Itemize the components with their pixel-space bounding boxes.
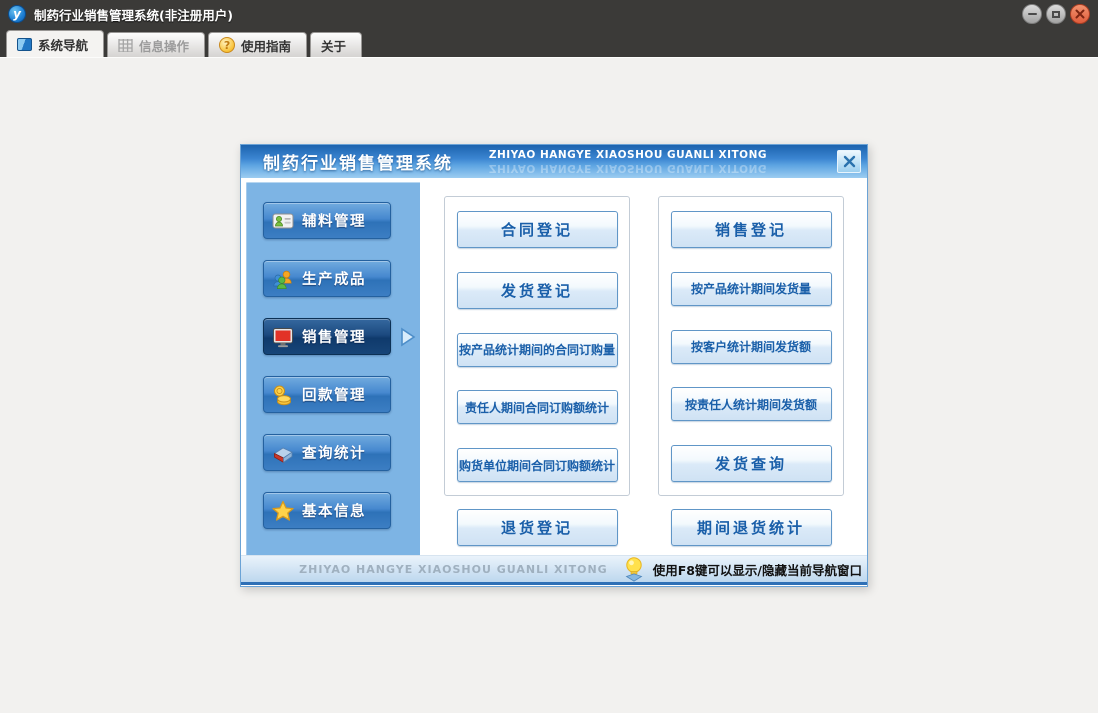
close-icon: [843, 155, 855, 168]
sidebar-item-label: 回款管理: [302, 388, 366, 404]
dialog-close-button[interactable]: [837, 150, 861, 173]
screen-icon: [17, 37, 32, 51]
tab-bar: 系统导航 信息操作 ? 使用指南 关于: [0, 28, 1098, 57]
monitor-icon: [273, 327, 293, 347]
tab-about[interactable]: 关于: [310, 32, 363, 57]
app-logo-icon: y: [8, 5, 26, 23]
dialog-subtitle-reflection: ZHIYAO HANGYE XIAOSHOU GUANLI XITONG: [488, 162, 767, 174]
shipment-amount-by-person-button[interactable]: 按责任人统计期间发货额: [670, 387, 832, 422]
footer-hint: 使用F8键可以显示/隐藏当前导航窗口: [652, 562, 862, 578]
dialog-subtitle-text: ZHIYAO HANGYE XIAOSHOU GUANLI XITONG: [488, 149, 767, 161]
tab-label: 系统导航: [38, 37, 89, 53]
sidebar-item-label: 销售管理: [302, 330, 366, 346]
minimize-icon: [1027, 13, 1037, 15]
sidebar-item-auxiliary-materials[interactable]: 辅料管理: [263, 202, 391, 239]
dialog-subtitle: ZHIYAO HANGYE XIAOSHOU GUANLI XITONG ZHI…: [488, 149, 767, 175]
sidebar-item-label: 辅料管理: [302, 214, 366, 230]
navigation-dialog: 制药行业销售管理系统 ZHIYAO HANGYE XIAOSHOU GUANLI…: [240, 144, 868, 587]
content-area: 制药行业销售管理系统 ZHIYAO HANGYE XIAOSHOU GUANLI…: [0, 57, 1098, 713]
maximize-button[interactable]: [1046, 4, 1066, 24]
tab-info-operations[interactable]: 信息操作: [107, 32, 206, 57]
dialog-body: 辅料管理 生产成品 销售管理 回款管理 查询统计 基本信息 合同登记 发货登记 …: [241, 178, 867, 555]
contract-order-amount-by-person-button[interactable]: 责任人期间合同订购额统计: [456, 390, 618, 425]
sidebar-item-basic-info[interactable]: 基本信息: [263, 492, 391, 529]
tab-label: 关于: [321, 38, 347, 54]
lightbulb-icon: [625, 556, 643, 582]
selected-arrow-icon: [401, 327, 416, 347]
coins-icon: [274, 385, 291, 405]
close-button[interactable]: [1070, 4, 1090, 24]
contract-order-amount-by-buyer-button[interactable]: 购货单位期间合同订购额统计: [456, 448, 618, 482]
dialog-footer: ZHIYAO HANGYE XIAOSHOU GUANLI XITONG 使用F…: [241, 555, 867, 585]
tab-label: 信息操作: [139, 38, 190, 54]
window-title: 制药行业销售管理系统(非注册用户): [34, 7, 233, 23]
window-controls: [1022, 4, 1090, 24]
shipment-amount-by-customer-button[interactable]: 按客户统计期间发货额: [670, 329, 832, 364]
sidebar-item-finished-products[interactable]: 生产成品: [263, 260, 391, 297]
close-icon: [1075, 9, 1085, 19]
left-groupbox: 合同登记 发货登记 按产品统计期间的合同订购量 责任人期间合同订购额统计 购货单…: [444, 196, 630, 496]
star-icon: [272, 500, 294, 521]
contract-registration-button[interactable]: 合同登记: [456, 211, 618, 248]
sidebar-item-sales-management[interactable]: 销售管理: [263, 318, 416, 355]
right-groupbox: 销售登记 按产品统计期间发货量 按客户统计期间发货额 按责任人统计期间发货额 发…: [658, 196, 844, 496]
help-icon: ?: [219, 37, 236, 53]
maximize-icon: [1052, 10, 1060, 18]
book-icon: [273, 447, 293, 463]
tab-system-navigation[interactable]: 系统导航: [6, 30, 105, 57]
period-return-statistics-button[interactable]: 期间退货统计: [670, 509, 832, 546]
main-button-area: 合同登记 发货登记 按产品统计期间的合同订购量 责任人期间合同订购额统计 购货单…: [420, 182, 867, 555]
right-column: 销售登记 按产品统计期间发货量 按客户统计期间发货额 按责任人统计期间发货额 发…: [658, 196, 844, 555]
people-icon: [273, 270, 292, 289]
minimize-button[interactable]: [1022, 4, 1042, 24]
shipment-qty-by-product-button[interactable]: 按产品统计期间发货量: [670, 271, 832, 306]
tab-user-guide[interactable]: ? 使用指南: [208, 32, 308, 57]
id-card-icon: [272, 213, 294, 228]
return-registration-button[interactable]: 退货登记: [456, 509, 618, 546]
sidebar-item-label: 查询统计: [302, 446, 366, 462]
dialog-titlebar: 制药行业销售管理系统 ZHIYAO HANGYE XIAOSHOU GUANLI…: [241, 145, 867, 178]
sidebar: 辅料管理 生产成品 销售管理 回款管理 查询统计 基本信息: [246, 182, 420, 555]
shipment-registration-button[interactable]: 发货登记: [456, 271, 618, 309]
tab-label: 使用指南: [241, 38, 292, 54]
shipment-query-button[interactable]: 发货查询: [670, 445, 832, 482]
left-column: 合同登记 发货登记 按产品统计期间的合同订购量 责任人期间合同订购额统计 购货单…: [444, 196, 630, 555]
sidebar-item-label: 生产成品: [302, 272, 366, 288]
sidebar-item-label: 基本信息: [302, 504, 366, 520]
dialog-title: 制药行业销售管理系统: [263, 154, 453, 174]
sales-registration-button[interactable]: 销售登记: [670, 211, 832, 248]
sidebar-item-query-statistics[interactable]: 查询统计: [263, 434, 391, 471]
grid-icon: [118, 38, 133, 52]
application-window: y 制药行业销售管理系统(非注册用户) 系统导航 信息操作 ? 使用指南 关于: [0, 0, 1098, 713]
sidebar-item-payment-management[interactable]: 回款管理: [263, 376, 391, 413]
contract-order-qty-by-product-button[interactable]: 按产品统计期间的合同订购量: [456, 332, 618, 367]
footer-watermark: ZHIYAO HANGYE XIAOSHOU GUANLI XITONG: [299, 562, 608, 576]
window-titlebar: y 制药行业销售管理系统(非注册用户): [0, 0, 1098, 28]
